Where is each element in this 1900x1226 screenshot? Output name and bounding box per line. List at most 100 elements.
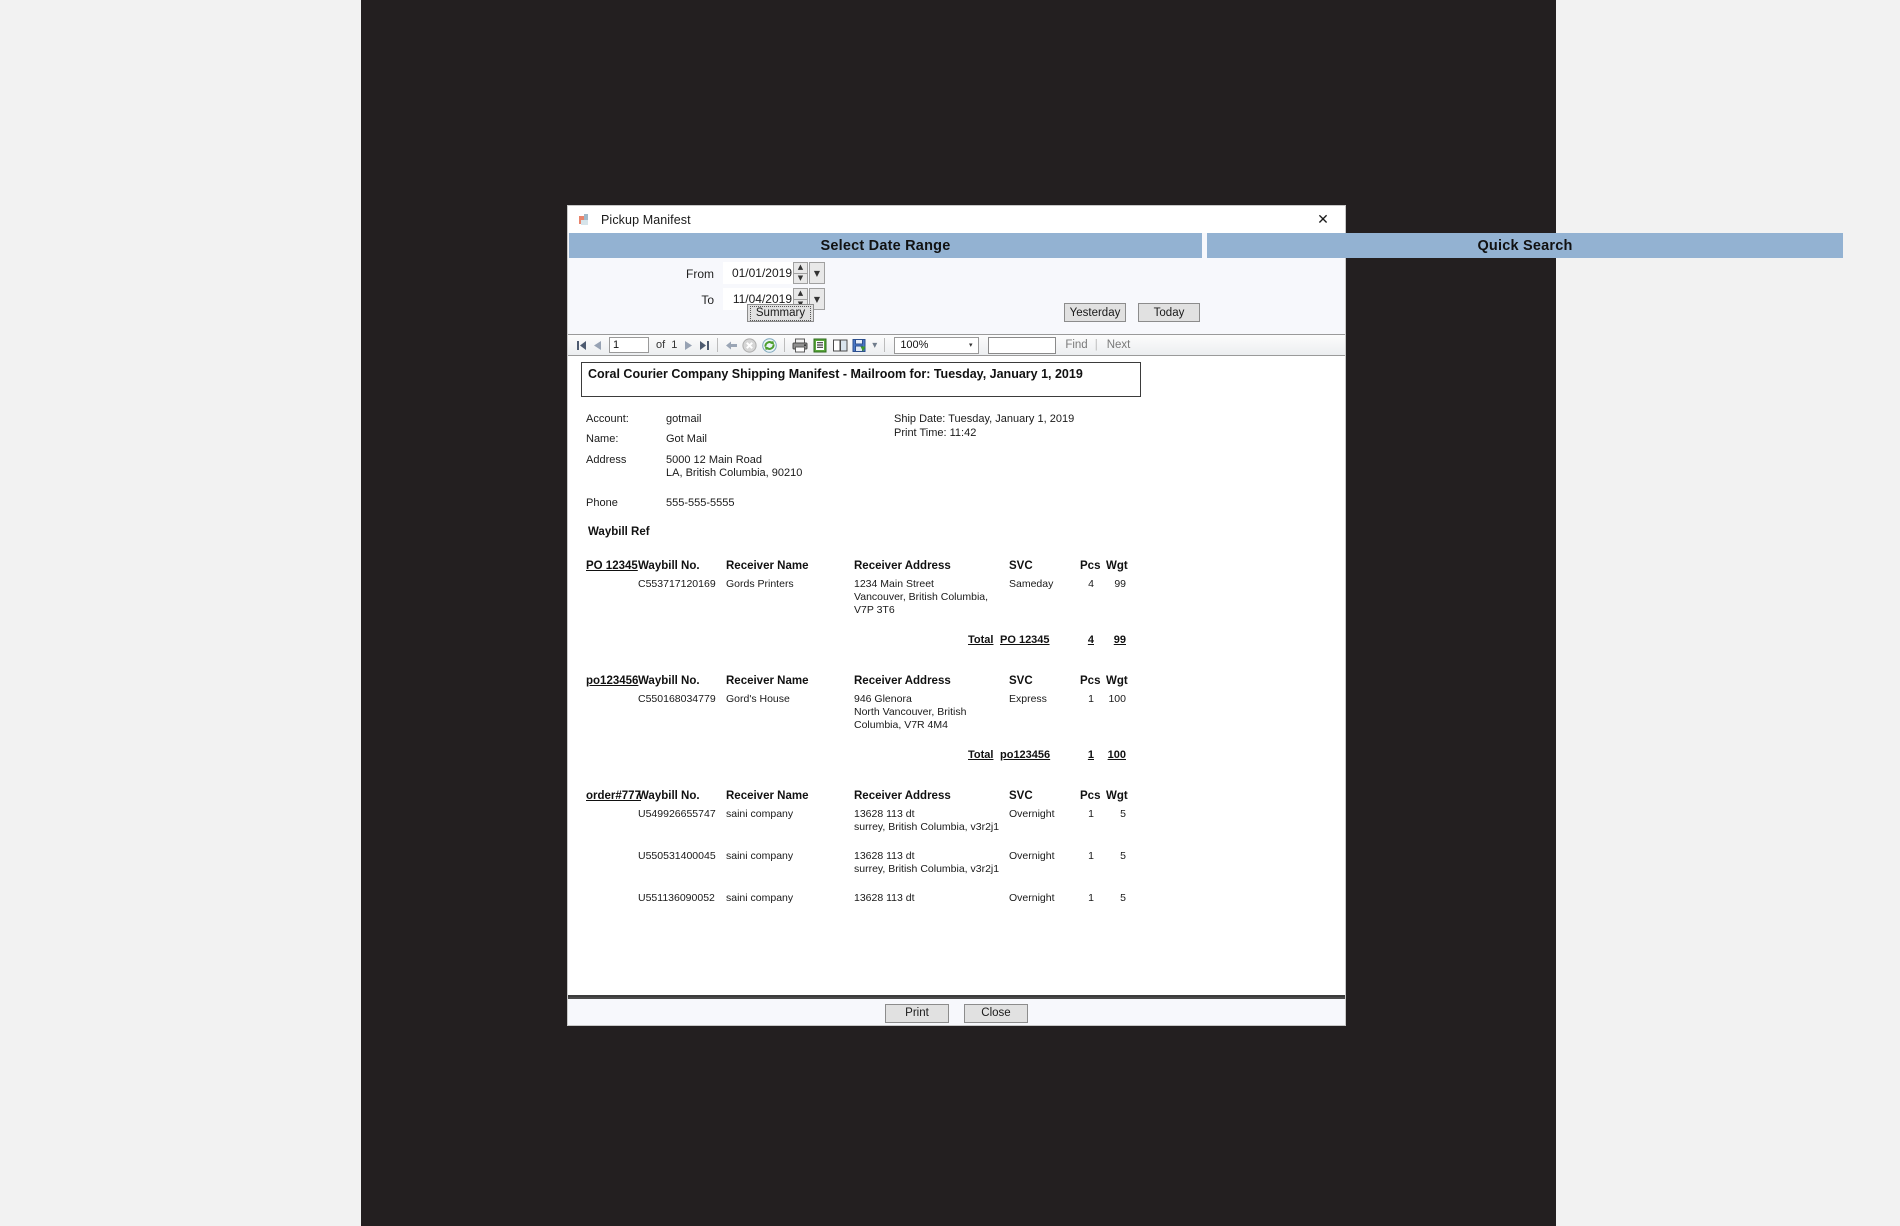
row-wgt: 5 xyxy=(1120,808,1126,820)
address-label: Address xyxy=(586,454,627,466)
total-ref-0: PO 12345 xyxy=(1000,634,1050,646)
column-header-receiver-address: Receiver Address xyxy=(854,560,951,572)
find-button[interactable]: Find xyxy=(1065,339,1087,351)
page-margin-right xyxy=(1556,0,1900,1226)
report-title-box: Coral Courier Company Shipping Manifest … xyxy=(581,362,1141,397)
column-header-receiver-address: Receiver Address xyxy=(854,790,951,802)
page-margin-left xyxy=(0,0,361,1226)
address-line-2: LA, British Columbia, 90210 xyxy=(666,467,803,479)
column-header-svc: SVC xyxy=(1009,675,1033,687)
group-ref-0: PO 12345 xyxy=(586,560,638,572)
column-header-wgt: Wgt xyxy=(1106,790,1128,802)
column-header-wgt: Wgt xyxy=(1106,675,1128,687)
report-canvas[interactable]: Coral Courier Company Shipping Manifest … xyxy=(568,356,1345,999)
group-ref-2: order#777 xyxy=(586,790,641,802)
row-pcs: 1 xyxy=(1088,892,1094,904)
window-title: Pickup Manifest xyxy=(601,212,691,227)
report-title: Coral Courier Company Shipping Manifest … xyxy=(588,367,1083,381)
column-header-receiver-address: Receiver Address xyxy=(854,675,951,687)
window-titlebar: Pickup Manifest ✕ xyxy=(568,206,1345,233)
column-header-waybill-no: Waybill No. xyxy=(638,560,700,572)
phone-label: Phone xyxy=(586,497,618,509)
from-date-down-icon[interactable]: ▼ xyxy=(794,274,807,284)
row-waybill-no: C550168034779 xyxy=(638,693,716,705)
close-button[interactable]: Close xyxy=(964,1003,1028,1023)
stop-icon[interactable] xyxy=(739,335,759,355)
row-receiver-address: 1234 Main Street Vancouver, British Colum… xyxy=(854,578,989,616)
to-label: To xyxy=(701,293,714,307)
address-line-1: 5000 12 Main Road xyxy=(666,454,763,466)
summary-button[interactable]: Summary xyxy=(747,304,814,322)
back-icon[interactable] xyxy=(723,335,739,355)
toolbar-divider-3 xyxy=(884,338,886,352)
column-header-pcs: Pcs xyxy=(1080,675,1101,687)
name-label: Name: xyxy=(586,433,619,445)
zoom-value: 100% xyxy=(900,339,929,351)
today-button[interactable]: Today xyxy=(1138,303,1200,322)
column-header-pcs: Pcs xyxy=(1080,790,1101,802)
row-pcs: 1 xyxy=(1088,693,1094,705)
print-button[interactable]: Print xyxy=(885,1003,949,1023)
total-label: Total xyxy=(968,749,994,761)
from-date-picker[interactable]: 01/01/2019 ▲ ▼ ▼ xyxy=(723,262,825,284)
select-date-range-header: Select Date Range xyxy=(569,233,1202,258)
row-waybill-no: U549926655747 xyxy=(638,808,716,820)
row-receiver-address: 13628 113 dt xyxy=(854,892,915,904)
waybill-ref-heading: Waybill Ref xyxy=(588,526,650,538)
page-count: 1 xyxy=(671,339,678,351)
yesterday-button[interactable]: Yesterday xyxy=(1064,303,1126,322)
next-button[interactable]: Next xyxy=(1107,339,1131,351)
row-receiver-name: saini company xyxy=(726,850,794,862)
close-icon[interactable]: ✕ xyxy=(1301,206,1345,233)
column-header-pcs: Pcs xyxy=(1080,560,1101,572)
from-date-value[interactable]: 01/01/2019 xyxy=(723,262,793,284)
row-svc: Overnight xyxy=(1009,850,1055,862)
row-pcs: 4 xyxy=(1088,578,1094,590)
last-page-icon[interactable] xyxy=(696,335,712,355)
row-svc: Express xyxy=(1009,693,1047,705)
from-date-up-icon[interactable]: ▲ xyxy=(794,263,807,274)
row-svc: Overnight xyxy=(1009,808,1055,820)
column-header-svc: SVC xyxy=(1009,560,1033,572)
ship-date: Ship Date: Tuesday, January 1, 2019 xyxy=(894,413,1075,425)
export-dropdown-icon[interactable]: ▾ xyxy=(870,335,879,355)
refresh-icon[interactable] xyxy=(759,335,779,355)
total-label: Total xyxy=(968,634,994,646)
row-pcs: 1 xyxy=(1088,850,1094,862)
print-layout-icon[interactable] xyxy=(810,335,830,355)
row-wgt: 5 xyxy=(1120,850,1126,862)
zoom-select[interactable]: 100% ▾ xyxy=(894,336,980,354)
row-receiver-name: saini company xyxy=(726,892,794,904)
column-header-receiver-name: Receiver Name xyxy=(726,560,809,572)
total-pcs-1: 1 xyxy=(1087,749,1094,761)
page-setup-icon[interactable] xyxy=(830,335,850,355)
row-receiver-address: 946 Glenora North Vancouver, British Colum… xyxy=(854,693,967,731)
total-pcs-0: 4 xyxy=(1087,634,1094,646)
search-input[interactable] xyxy=(988,336,1057,354)
row-receiver-address: 13628 113 dt surrey, British Columbia, v3… xyxy=(854,850,1000,875)
group-ref-1: po123456 xyxy=(586,675,639,687)
account-label: Account: xyxy=(586,413,629,425)
zoom-dropdown-icon[interactable]: ▾ xyxy=(963,341,978,349)
app-icon xyxy=(579,213,592,226)
export-icon[interactable] xyxy=(850,335,870,355)
toolbar-divider-2 xyxy=(784,338,786,352)
from-date-stepper[interactable]: ▲ ▼ xyxy=(793,262,808,284)
toolbar-divider xyxy=(717,338,719,352)
previous-page-icon[interactable] xyxy=(589,335,605,355)
row-receiver-address: 13628 113 dt surrey, British Columbia, v3… xyxy=(854,808,1000,833)
to-date-up-icon[interactable]: ▲ xyxy=(794,289,807,300)
account-value: gotmail xyxy=(666,413,702,425)
print-time: Print Time: 11:42 xyxy=(894,427,977,439)
first-page-icon[interactable] xyxy=(573,335,589,355)
filters-panel: Select Date Range Quick Search From 01/0… xyxy=(568,233,1843,334)
page-number-input[interactable]: 1 xyxy=(609,337,649,353)
print-icon[interactable] xyxy=(790,335,810,355)
row-receiver-name: saini company xyxy=(726,808,794,820)
name-value: Got Mail xyxy=(666,433,707,445)
column-header-receiver-name: Receiver Name xyxy=(726,790,809,802)
next-page-icon[interactable] xyxy=(680,335,696,355)
phone-value: 555-555-5555 xyxy=(666,497,735,509)
from-date-dropdown-icon[interactable]: ▼ xyxy=(809,262,825,284)
row-svc: Sameday xyxy=(1009,578,1054,590)
